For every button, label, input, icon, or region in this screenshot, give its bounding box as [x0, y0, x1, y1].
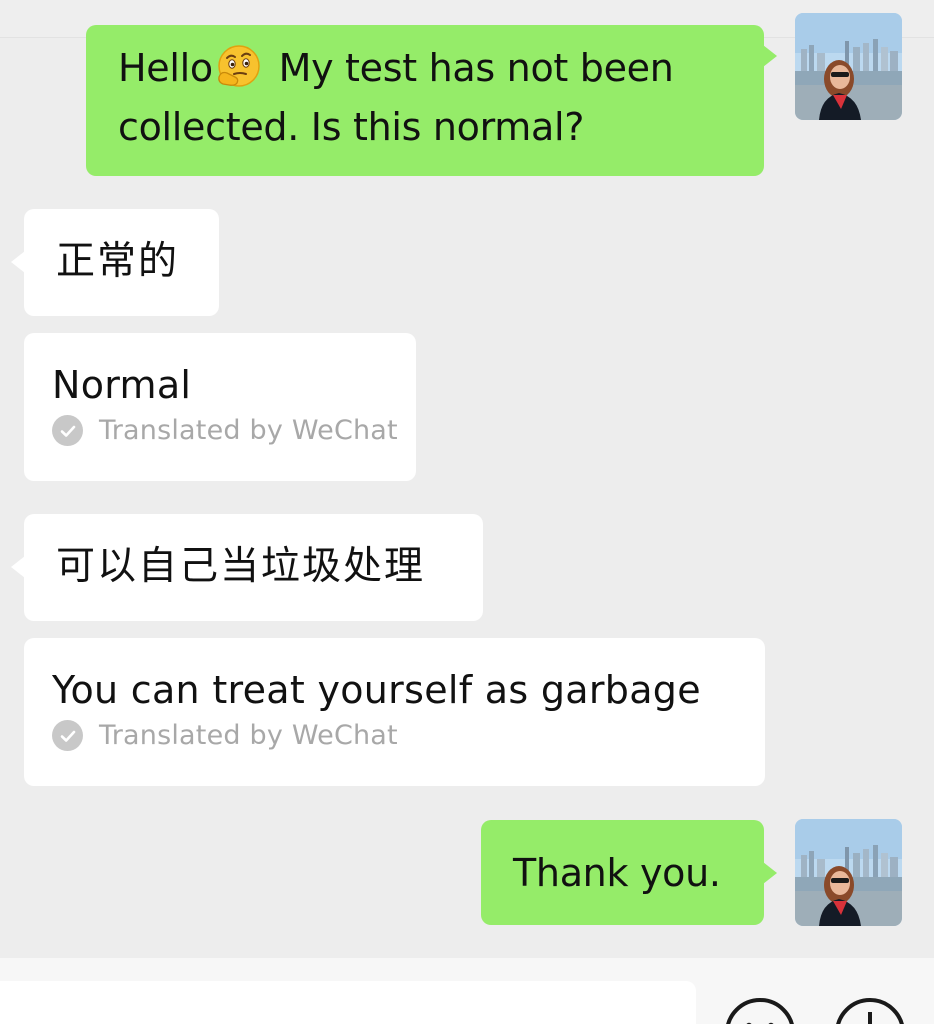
translation-label: Translated by WeChat [99, 720, 398, 751]
emoji-icon[interactable] [725, 998, 795, 1024]
translation-bubble[interactable]: Normal Translated by WeChat [24, 333, 416, 481]
translated-text: You can treat yourself as garbage [52, 668, 701, 712]
plus-icon[interactable] [835, 998, 905, 1024]
chat-screen: Hello My test has not been collected. Is… [0, 0, 934, 1024]
avatar[interactable] [795, 13, 902, 120]
translation-bubble[interactable]: You can treat yourself as garbage Transl… [24, 638, 765, 786]
avatar-photo [795, 13, 902, 120]
message-text: Thank you. [513, 851, 721, 895]
message-bubble-incoming[interactable]: 可以自己当垃圾处理 [11, 514, 483, 621]
check-icon [52, 720, 83, 751]
translated-text: Normal [52, 363, 192, 407]
translation-label: Translated by WeChat [99, 415, 398, 446]
message-input[interactable] [0, 981, 696, 1024]
message-bubble-outgoing[interactable]: Hello My test has not been collected. Is… [86, 25, 777, 176]
thinking-face-emoji [218, 45, 260, 87]
avatar-photo [795, 819, 902, 926]
message-bubble-outgoing[interactable]: Thank you. [481, 820, 777, 925]
message-text: 正常的 [56, 239, 180, 284]
check-icon [52, 415, 83, 446]
message-text: Hello My test has not been [118, 39, 764, 98]
message-text-line2: collected. Is this normal? [118, 105, 585, 149]
translation-note: Translated by WeChat [52, 415, 416, 446]
message-bubble-incoming[interactable]: 正常的 [11, 209, 219, 316]
translation-note: Translated by WeChat [52, 720, 765, 751]
avatar[interactable] [795, 819, 902, 926]
message-text: 可以自己当垃圾处理 [56, 544, 426, 589]
